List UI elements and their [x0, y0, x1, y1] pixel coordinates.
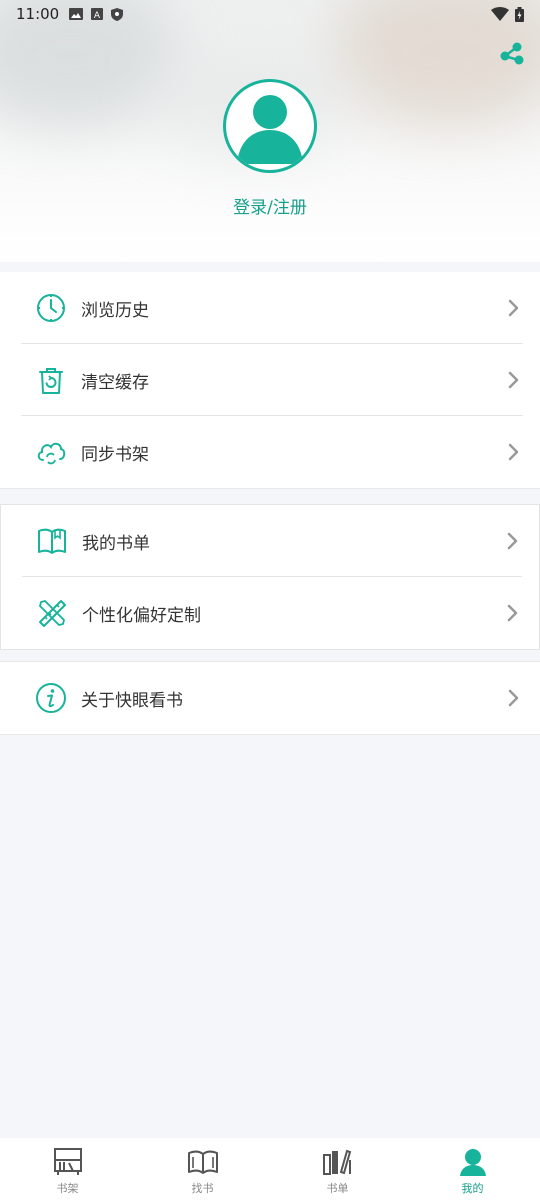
chevron-right-icon: [508, 299, 519, 317]
pencil-ruler-icon: [39, 600, 66, 627]
open-book-icon: [187, 1150, 218, 1174]
image-icon: [69, 8, 84, 20]
menu-group-settings: 浏览历史 清空缓存 同步书架: [0, 272, 540, 489]
share-button[interactable]: [498, 40, 526, 68]
profile-icon: [459, 1149, 486, 1176]
status-time: 11:00: [16, 5, 60, 23]
person-icon: [237, 95, 303, 164]
chevron-right-icon: [507, 604, 518, 622]
menu-item-my-booklist[interactable]: 我的书单: [1, 505, 522, 577]
login-register-link[interactable]: 登录/注册: [0, 193, 540, 218]
shield-icon: [111, 7, 124, 21]
menu-item-label: 清空缓存: [81, 372, 149, 393]
menu-item-label: 关于快眼看书: [81, 690, 183, 711]
menu-item-sync-shelf[interactable]: 同步书架: [0, 416, 523, 488]
bottom-tab-bar: 书架 找书 书单 我的: [0, 1138, 540, 1200]
booklist-icon: [322, 1149, 351, 1175]
wifi-icon: [491, 7, 509, 21]
tab-label: 找书: [191, 1182, 214, 1195]
tab-booklist[interactable]: 书单: [270, 1138, 405, 1200]
chevron-right-icon: [508, 689, 519, 707]
tab-label: 我的: [461, 1182, 484, 1195]
tab-me[interactable]: 我的: [405, 1138, 540, 1200]
share-icon: [500, 42, 524, 65]
chevron-right-icon: [507, 532, 518, 550]
cloud-sync-icon: [37, 442, 66, 465]
info-icon: [36, 683, 66, 713]
tab-label: 书单: [326, 1182, 349, 1195]
menu-item-label: 浏览历史: [81, 300, 149, 321]
svg-text:A: A: [94, 11, 101, 20]
chevron-right-icon: [508, 443, 519, 461]
trash-icon: [39, 368, 63, 394]
book-open-icon: [38, 528, 66, 554]
battery-icon: [515, 6, 524, 22]
menu-item-label: 我的书单: [82, 533, 150, 554]
menu-group-about: 关于快眼看书: [0, 661, 540, 735]
a-icon: A: [91, 8, 104, 20]
menu-item-history[interactable]: 浏览历史: [0, 272, 523, 344]
menu-item-preferences[interactable]: 个性化偏好定制: [1, 577, 522, 649]
menu-item-about[interactable]: 关于快眼看书: [0, 662, 523, 734]
avatar[interactable]: [223, 79, 317, 173]
bookshelf-icon: [53, 1148, 82, 1175]
chevron-right-icon: [508, 371, 519, 389]
menu-item-label: 同步书架: [81, 444, 149, 465]
tab-label: 书架: [56, 1182, 79, 1195]
status-bar: 11:00 A: [0, 0, 540, 28]
menu-group-personal: 我的书单 个性化偏好定制: [0, 504, 540, 650]
menu-item-label: 个性化偏好定制: [82, 605, 201, 626]
tab-bookshelf[interactable]: 书架: [0, 1138, 135, 1200]
clock-icon: [37, 294, 65, 322]
menu-item-clear-cache[interactable]: 清空缓存: [0, 344, 523, 416]
tab-find-book[interactable]: 找书: [135, 1138, 270, 1200]
